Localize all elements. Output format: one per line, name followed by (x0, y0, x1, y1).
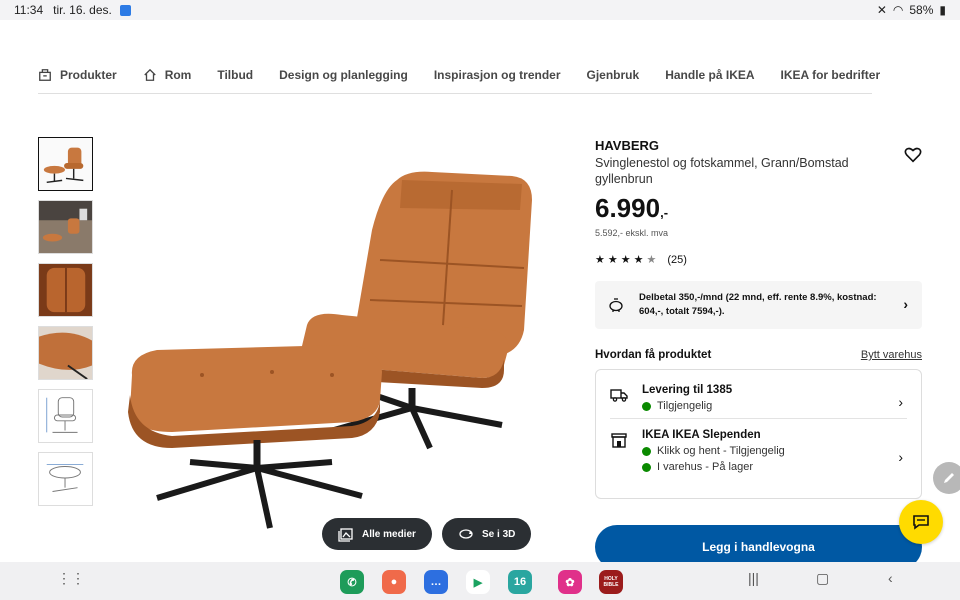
gallery-thumbnails (38, 137, 94, 515)
edit-pen-button[interactable] (933, 462, 960, 494)
rotate-3d-icon (459, 529, 473, 539)
chat-button[interactable] (899, 500, 943, 544)
nav-label: Rom (164, 67, 192, 82)
nav-label: Tilbud (217, 67, 254, 82)
pen-icon (944, 473, 954, 483)
product-description: Svinglenestol og fotskammel, Grann/Bomst… (595, 156, 849, 186)
contacts-app-icon[interactable]: ● (382, 570, 406, 594)
nav-label: Gjenbruk (586, 67, 640, 82)
change-store-link[interactable]: Bytt varehus (861, 349, 922, 361)
finance-text: Delbetal 350,-/mnd (22 mnd, eff. rente 8… (639, 292, 877, 317)
products-icon (39, 68, 51, 81)
nav-item-produkter[interactable]: Produkter (38, 68, 117, 82)
heart-icon[interactable] (904, 146, 922, 164)
view-3d-button[interactable]: Se i 3D (442, 518, 532, 550)
product-main-image[interactable] (112, 150, 562, 550)
calendar-day: 16 (513, 576, 527, 588)
thumbnail-room-scene[interactable] (38, 200, 93, 254)
recent-apps-button[interactable]: ||| (748, 570, 759, 586)
gallery-app-icon[interactable]: ✿ (558, 570, 582, 594)
thumbnail-leather-detail[interactable] (38, 263, 93, 317)
mute-icon: ✕ (876, 3, 887, 17)
main-navigation: Produkter Rom Tilbud Design og planleggi… (38, 56, 880, 94)
bible-app-label: HOLY BIBLE (603, 576, 619, 588)
chevron-right-icon: › (898, 449, 903, 465)
thumbnail-dimensions-chair[interactable] (38, 389, 93, 443)
piggy-bank-icon (609, 298, 623, 312)
status-time: 11:34 (14, 3, 44, 17)
star-icon: ★ (607, 254, 618, 266)
rating-count: (25) (667, 253, 687, 266)
nav-item-design[interactable]: Design og planlegging (279, 68, 408, 82)
finance-offer[interactable]: Delbetal 350,-/mnd (22 mnd, eff. rente 8… (595, 281, 922, 329)
nav-label: Handle på IKEA (665, 67, 755, 82)
nav-item-gjenbruk[interactable]: Gjenbruk (587, 68, 640, 82)
chat-icon (913, 515, 929, 530)
nav-item-inspirasjon[interactable]: Inspirasjon og trender (434, 68, 561, 82)
chevron-right-icon: › (898, 394, 903, 410)
thumbnail-dimensions-ottoman[interactable] (38, 452, 93, 506)
all-media-button[interactable]: Alle medier (322, 518, 432, 550)
view-3d-label: Se i 3D (482, 528, 516, 540)
store-option[interactable]: IKEA IKEA Slependen Klikk og hent - Tilg… (610, 418, 907, 479)
available-dot (642, 401, 651, 411)
star-icon: ★ (595, 254, 605, 266)
all-media-label: Alle medier (362, 528, 416, 540)
home-icon (143, 68, 156, 81)
back-button[interactable]: ‹ (888, 570, 893, 586)
calendar-notification-icon (119, 4, 131, 16)
status-bar: 11:34 tir. 16. des. ✕ ◠ 58% ▮ (0, 0, 960, 20)
price-value: 6.990 (595, 193, 661, 223)
nav-item-handle[interactable]: Handle på IKEA (665, 68, 754, 82)
nav-item-tilbud[interactable]: Tilbud (217, 68, 253, 82)
gallery-icon (338, 528, 353, 542)
availability-box: Levering til 1385 Tilgjengelig › IKEA IK… (595, 369, 922, 499)
status-date: tir. 16. des. (53, 3, 112, 17)
delivery-status: Tilgjengelig (642, 400, 732, 412)
store-icon (611, 433, 627, 448)
delivery-option[interactable]: Levering til 1385 Tilgjengelig › (610, 378, 907, 418)
star-icon: ★ (620, 254, 631, 266)
availability-title: Hvordan få produktet (595, 349, 712, 361)
play-store-app-icon[interactable]: ▶ (466, 570, 490, 594)
half-star-icon: ★ (646, 254, 657, 266)
calendar-app-icon[interactable]: 16 (508, 570, 532, 594)
store-status-2-text: I varehus - På lager (657, 461, 753, 473)
product-price: 6.990,- (595, 193, 922, 224)
battery-level: 58% (909, 3, 934, 17)
price-suffix: ,- (660, 205, 669, 220)
store-title: IKEA IKEA Slependen (642, 429, 761, 441)
product-rating[interactable]: ★ ★ ★ ★ ★ (25) (595, 253, 922, 267)
bible-app-icon[interactable]: HOLY BIBLE (599, 570, 623, 594)
nav-label: Inspirasjon og trender (433, 67, 561, 82)
nav-label: Design og planlegging (279, 67, 408, 82)
battery-icon: ▮ (939, 3, 946, 17)
store-status-1-text: Klikk og hent - Tilgjengelig (657, 445, 785, 457)
thumbnail-chair-ottoman[interactable] (38, 137, 93, 191)
available-dot (642, 462, 651, 472)
delivery-status-text: Tilgjengelig (657, 400, 713, 412)
nav-label: IKEA for bedrifter (780, 67, 881, 82)
price-excl-vat: 5.592,- ekskl. mva (595, 228, 669, 238)
store-status-2: I varehus - På lager (642, 461, 785, 473)
wifi-icon: ◠ (892, 3, 904, 17)
phone-app-icon[interactable]: ✆ (340, 570, 364, 594)
app-drawer-icon[interactable]: ⋮⋮ (57, 570, 85, 587)
nav-label: Produkter (60, 67, 117, 82)
thumbnail-seat-detail[interactable] (38, 326, 93, 380)
delivery-title: Levering til 1385 (642, 384, 733, 396)
available-dot (642, 446, 651, 456)
availability-header: Hvordan få produktet Bytt varehus (595, 349, 922, 361)
chevron-right-icon: › (903, 296, 908, 312)
messages-app-icon[interactable]: … (424, 570, 448, 594)
truck-icon (610, 389, 628, 402)
home-button[interactable]: ▢ (816, 570, 829, 587)
nav-item-bedrifter[interactable]: IKEA for bedrifter (781, 68, 881, 82)
product-info: HAVBERG Svinglenestol og fotskammel, Gra… (595, 138, 922, 499)
store-status-1: Klikk og hent - Tilgjengelig (642, 445, 785, 457)
product-name: HAVBERG (595, 138, 660, 153)
nav-item-rom[interactable]: Rom (143, 67, 192, 82)
star-icon: ★ (633, 254, 644, 266)
